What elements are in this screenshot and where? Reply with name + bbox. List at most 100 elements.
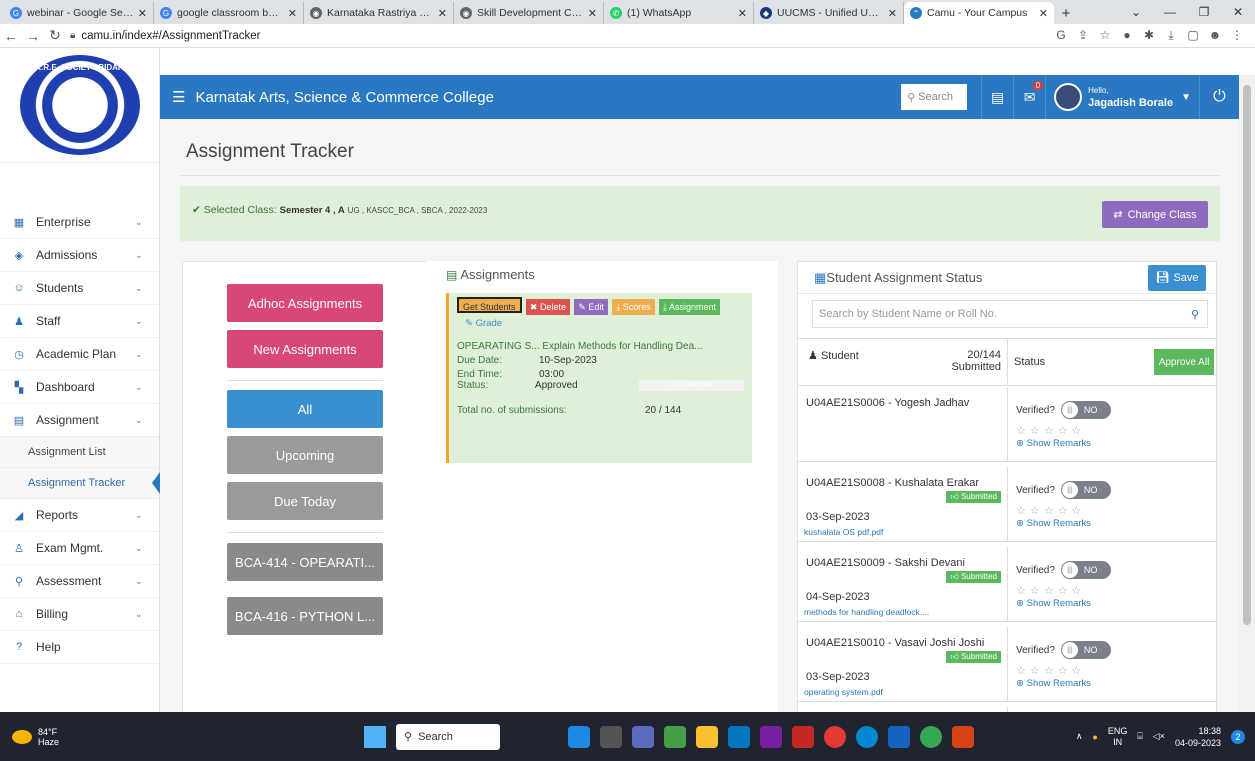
show-remarks-link[interactable]: ⊕ Show Remarks: [1016, 678, 1210, 689]
word-icon[interactable]: [888, 725, 910, 748]
language-indicator[interactable]: ENG IN: [1108, 726, 1128, 748]
get-students-button[interactable]: Get Students: [457, 297, 522, 313]
submission-file-link[interactable]: methods for handling deadlock....: [804, 607, 929, 617]
student-search-input[interactable]: Search by Student Name or Roll No. ⚲: [812, 300, 1208, 328]
network-icon[interactable]: ⌸: [1137, 731, 1142, 742]
rating-stars[interactable]: ☆☆☆☆☆: [1016, 504, 1210, 517]
notification-badge[interactable]: 2: [1231, 729, 1245, 744]
forward-button[interactable]: →: [22, 28, 44, 44]
hamburger-menu-icon[interactable]: ☰: [172, 88, 185, 106]
folder-icon[interactable]: [696, 725, 718, 748]
grade-link[interactable]: ✎ Grade: [465, 318, 744, 329]
app-icon[interactable]: [792, 725, 814, 748]
edge-icon[interactable]: [856, 725, 878, 748]
course-bca416-button[interactable]: BCA-416 - PYTHON L...: [227, 597, 383, 635]
sidebar-item-exam-mgmt[interactable]: ♙ Exam Mgmt. ⌄: [0, 532, 159, 565]
sidebar-item-assessment[interactable]: ⚲ Assessment ⌄: [0, 565, 159, 598]
google-icon[interactable]: G: [1051, 28, 1071, 43]
close-tab-icon[interactable]: ✕: [738, 7, 747, 20]
rating-stars[interactable]: ☆☆☆☆☆: [1016, 664, 1210, 677]
weather-widget[interactable]: 84°F Haze: [12, 727, 312, 747]
app-icon[interactable]: [600, 725, 622, 748]
tray-app-icon[interactable]: ●: [1092, 732, 1097, 742]
close-tab-icon[interactable]: ✕: [138, 7, 147, 20]
browser-tab[interactable]: ◉ Skill Development Cent ✕: [454, 2, 604, 24]
sidebar-item-students[interactable]: ☺ Students ⌄: [0, 272, 159, 305]
windows-start-icon[interactable]: [364, 725, 386, 748]
clock[interactable]: 18:38 04-09-2023: [1175, 725, 1221, 749]
bookmark-star-icon[interactable]: ☆: [1095, 28, 1115, 43]
menu-dots-icon[interactable]: ⋮: [1227, 28, 1247, 43]
browser-tab[interactable]: ◆ UUCMS - Unified Unive ✕: [754, 2, 904, 24]
browser-tab[interactable]: ⌃ Camu - Your Campus ✕: [904, 2, 1054, 24]
new-assignments-button[interactable]: New Assignments: [227, 330, 383, 368]
rating-stars[interactable]: ☆☆☆☆☆: [1016, 584, 1210, 597]
close-tab-icon[interactable]: ✕: [1039, 7, 1048, 20]
scores-button[interactable]: ⤓ Scores: [612, 299, 655, 315]
logout-power-icon[interactable]: ⏻: [1199, 75, 1239, 119]
scroll-thumb[interactable]: [1243, 85, 1251, 625]
change-class-button[interactable]: ⇄ Change Class: [1102, 201, 1208, 228]
sidebar-item-assignment[interactable]: ▤ Assignment ⌄: [0, 404, 159, 437]
sidebar-item-admissions[interactable]: ◈ Admissions ⌄: [0, 239, 159, 272]
extension-icon[interactable]: ●: [1117, 28, 1137, 43]
reload-button[interactable]: ↻: [44, 27, 66, 44]
app-icon[interactable]: [760, 725, 782, 748]
sidebar-item-enterprise[interactable]: ▦ Enterprise ⌄: [0, 206, 159, 239]
approve-all-button[interactable]: Approve All: [1154, 349, 1214, 375]
delete-button[interactable]: ✖ Delete: [525, 299, 570, 315]
restore-button[interactable]: ❐: [1187, 0, 1221, 24]
tab-search-icon[interactable]: ⌄: [1119, 0, 1153, 24]
sidebar-item-dashboard[interactable]: ▚ Dashboard ⌄: [0, 371, 159, 404]
filter-due-today-button[interactable]: Due Today: [227, 482, 383, 520]
new-tab-button[interactable]: +: [1054, 2, 1078, 24]
course-bca414-button[interactable]: BCA-414 - OPEARATI...: [227, 543, 383, 581]
minimize-button[interactable]: —: [1153, 0, 1187, 24]
rating-stars[interactable]: ☆☆☆☆☆: [1016, 424, 1210, 437]
verified-toggle[interactable]: ||| NO: [1060, 481, 1111, 499]
sidepanel-icon[interactable]: ▢: [1183, 28, 1203, 43]
address-bar[interactable]: 🔒︎ camu.in/index#/AssignmentTracker: [70, 30, 1051, 42]
chevron-up-icon[interactable]: ∧: [1076, 731, 1083, 742]
verified-toggle[interactable]: ||| NO: [1060, 561, 1111, 579]
close-window-button[interactable]: ✕: [1221, 0, 1255, 24]
download-icon[interactable]: ⤓: [1161, 28, 1181, 43]
sidebar-item-help[interactable]: ? Help: [0, 631, 159, 664]
show-remarks-link[interactable]: ⊕ Show Remarks: [1016, 518, 1210, 529]
close-tab-icon[interactable]: ✕: [588, 7, 597, 20]
sidebar-subitem[interactable]: Assignment Tracker: [0, 468, 159, 499]
sidebar-subitem[interactable]: Assignment List: [0, 437, 159, 468]
submission-file-link[interactable]: kushalata OS pdf.pdf: [804, 527, 883, 537]
adhoc-assignments-button[interactable]: Adhoc Assignments: [227, 284, 383, 322]
show-remarks-link[interactable]: ⊕ Show Remarks: [1016, 438, 1210, 449]
chrome-icon[interactable]: [920, 725, 942, 748]
sidebar-item-billing[interactable]: ⌂ Billing ⌄: [0, 598, 159, 631]
app-icon[interactable]: [664, 725, 686, 748]
filter-all-button[interactable]: All: [227, 390, 383, 428]
store-icon[interactable]: [728, 725, 750, 748]
header-search[interactable]: ⚲ Search: [901, 84, 968, 110]
submission-file-link[interactable]: operating system.pdf: [804, 687, 883, 697]
sidebar-item-staff[interactable]: ♟ Staff ⌄: [0, 305, 159, 338]
browser-tab[interactable]: Ggoogle classroom by ka ✕: [154, 2, 304, 24]
close-tab-icon[interactable]: ✕: [888, 7, 897, 20]
puzzle-icon[interactable]: ✱: [1139, 28, 1159, 43]
list-icon[interactable]: ▤: [981, 75, 1013, 119]
page-scrollbar[interactable]: [1239, 75, 1255, 712]
browser-tab[interactable]: ✆ (1) WhatsApp ✕: [604, 2, 754, 24]
opera-icon[interactable]: [824, 725, 846, 748]
download-assignment-button[interactable]: ⤓ Assignment: [659, 299, 721, 315]
assignment-card[interactable]: Get Students ✖ Delete ✎ Edit ⤓ Scores ⤓ …: [446, 293, 752, 463]
sidebar-item-academic-plan[interactable]: ◷ Academic Plan ⌄: [0, 338, 159, 371]
app-icon[interactable]: [568, 725, 590, 748]
browser-tab[interactable]: Gwebinar - Google Searc ✕: [4, 2, 154, 24]
user-menu[interactable]: Hello, Jagadish Borale ▼: [1045, 75, 1199, 119]
back-button[interactable]: ←: [0, 28, 22, 44]
volume-icon[interactable]: ◁×: [1153, 731, 1165, 742]
app-icon[interactable]: [632, 725, 654, 748]
sidebar-item-reports[interactable]: ◢ Reports ⌄: [0, 499, 159, 532]
verified-toggle[interactable]: ||| NO: [1060, 401, 1111, 419]
close-tab-icon[interactable]: ✕: [288, 7, 297, 20]
taskbar-search[interactable]: ⚲ Search: [396, 723, 500, 750]
save-button[interactable]: 💾︎ Save: [1148, 264, 1206, 291]
